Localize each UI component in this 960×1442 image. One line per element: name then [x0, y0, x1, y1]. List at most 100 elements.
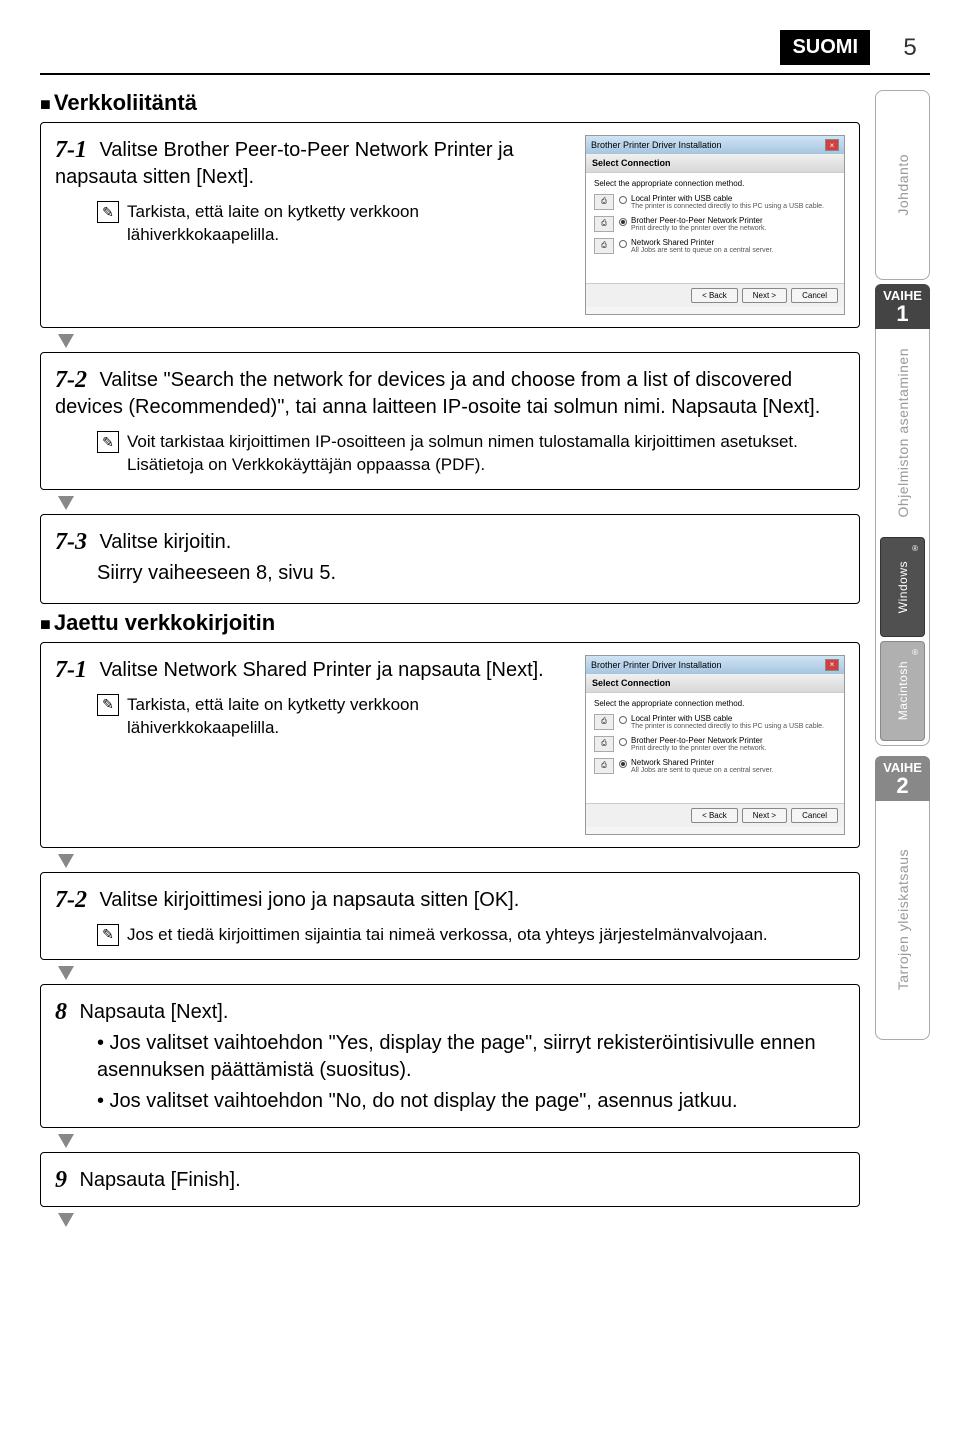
- tab-label: Tarrojen yleiskatsaus: [895, 849, 911, 990]
- network-icon: ⎙: [594, 736, 614, 752]
- main-content: ■Verkkoliitäntä 7-1 Valitse Brother Peer…: [40, 90, 930, 1231]
- note: ✎ Tarkista, että laite on kytketty verkk…: [97, 694, 571, 740]
- step-label: 7-2: [55, 367, 87, 394]
- step-label: 8: [55, 999, 67, 1026]
- page-header: SUOMI 5: [40, 30, 930, 65]
- shared-icon: ⎙: [594, 238, 614, 254]
- note: ✎ Tarkista, että laite on kytketty verkk…: [97, 201, 571, 247]
- shared-icon: ⎙: [594, 758, 614, 774]
- tab-vaihe-1-header: VAIHE 1: [875, 284, 930, 329]
- note: ✎ Jos et tiedä kirjoittimen sijaintia ta…: [97, 924, 845, 947]
- vaihe-number: 1: [881, 303, 924, 325]
- radio-icon: [619, 760, 627, 768]
- step-text: Valitse kirjoittimesi jono ja napsauta s…: [99, 889, 519, 911]
- tab-vaihe-2-block: VAIHE 2 Tarrojen yleiskatsaus: [875, 756, 930, 1040]
- step-box-7-3: 7-3 Valitse kirjoitin. Siirry vaiheeseen…: [40, 514, 860, 604]
- tab-tarrojen: Tarrojen yleiskatsaus: [880, 805, 925, 1035]
- back-button: < Back: [691, 288, 738, 303]
- note-text: Tarkista, että laite on kytketty verkkoo…: [127, 201, 571, 247]
- tab-vaihe-1-block: VAIHE 1 Ohjelmiston asentaminen Windows …: [875, 284, 930, 746]
- note-text: Jos et tiedä kirjoittimen sijaintia tai …: [127, 924, 768, 947]
- vaihe-number: 2: [881, 775, 924, 797]
- dialog-subtitle: Select Connection: [586, 154, 844, 173]
- note: ✎ Voit tarkistaa kirjoittimen IP-osoitte…: [97, 431, 845, 477]
- header-rule: [40, 73, 930, 75]
- note-text: Voit tarkistaa kirjoittimen IP-osoitteen…: [127, 431, 845, 477]
- dialog-subtitle: Select Connection: [586, 674, 844, 693]
- language-badge: SUOMI: [780, 30, 870, 65]
- cancel-button: Cancel: [791, 288, 838, 303]
- step-text: Valitse kirjoitin.: [99, 531, 231, 553]
- step-box-7-2b: 7-2 Valitse kirjoittimesi jono ja napsau…: [40, 872, 860, 960]
- next-button: Next >: [742, 288, 787, 303]
- radio-icon: [619, 196, 627, 204]
- square-bullet-icon: ■: [40, 614, 51, 635]
- usb-icon: ⎙: [594, 194, 614, 210]
- section-heading-verkkoliitanta: ■Verkkoliitäntä: [40, 90, 860, 116]
- cancel-button: Cancel: [791, 808, 838, 823]
- note-icon: ✎: [97, 201, 119, 223]
- screenshot-dialog-1: Brother Printer Driver Installation × Se…: [585, 135, 845, 315]
- tab-ohjelmiston: Ohjelmiston asentaminen: [880, 333, 925, 533]
- dialog-prompt: Select the appropriate connection method…: [594, 179, 836, 188]
- radio-icon: [619, 218, 627, 226]
- note-icon: ✎: [97, 694, 119, 716]
- usb-icon: ⎙: [594, 714, 614, 730]
- down-arrow-icon: [58, 854, 860, 868]
- close-icon: ×: [825, 659, 839, 671]
- close-icon: ×: [825, 139, 839, 151]
- step-label: 9: [55, 1167, 67, 1194]
- down-arrow-icon: [58, 966, 860, 980]
- note-icon: ✎: [97, 431, 119, 453]
- document-page: SUOMI 5 ■Verkkoliitäntä 7-1 Valitse Brot…: [0, 0, 960, 1261]
- dialog-title-text: Brother Printer Driver Installation: [591, 140, 722, 150]
- radio-icon: [619, 738, 627, 746]
- tab-johdanto: Johdanto: [875, 90, 930, 280]
- registered-icon: ®: [912, 544, 918, 553]
- step-box-9: 9 Napsauta [Finish].: [40, 1152, 860, 1207]
- back-button: < Back: [691, 808, 738, 823]
- step-box-7-1a: 7-1 Valitse Brother Peer-to-Peer Network…: [40, 122, 860, 328]
- step-text: Napsauta [Finish].: [79, 1169, 240, 1191]
- down-arrow-icon: [58, 334, 860, 348]
- step-box-7-1b: 7-1 Valitse Network Shared Printer ja na…: [40, 642, 860, 848]
- radio-icon: [619, 716, 627, 724]
- step-label: 7-3: [55, 529, 87, 556]
- dialog-title-text: Brother Printer Driver Installation: [591, 660, 722, 670]
- step-box-8: 8 Napsauta [Next]. • Jos valitset vaihto…: [40, 984, 860, 1128]
- step-label: 7-2: [55, 887, 87, 914]
- step-text: Valitse Network Shared Printer ja napsau…: [99, 659, 543, 681]
- tab-macintosh: Macintosh ®: [880, 641, 925, 741]
- network-icon: ⎙: [594, 216, 614, 232]
- step-box-7-2a: 7-2 Valitse "Search the network for devi…: [40, 352, 860, 490]
- step-text: Valitse Brother Peer-to-Peer Network Pri…: [55, 139, 514, 188]
- next-button: Next >: [742, 808, 787, 823]
- tab-label: Macintosh: [896, 661, 910, 720]
- screenshot-dialog-2: Brother Printer Driver Installation × Se…: [585, 655, 845, 835]
- bullet-item: • Jos valitset vaihtoehdon "Yes, display…: [97, 1030, 845, 1084]
- side-tabs: Johdanto VAIHE 1 Ohjelmiston asentaminen…: [875, 90, 930, 1231]
- tab-label: Windows: [896, 561, 910, 613]
- down-arrow-icon: [58, 496, 860, 510]
- tab-label: Ohjelmiston asentaminen: [895, 348, 911, 517]
- step-label: 7-1: [55, 137, 87, 164]
- square-bullet-icon: ■: [40, 94, 51, 115]
- tab-windows: Windows ®: [880, 537, 925, 637]
- bullet-item: • Jos valitset vaihtoehdon "No, do not d…: [97, 1088, 845, 1115]
- page-number: 5: [890, 34, 930, 62]
- down-arrow-icon: [58, 1213, 860, 1227]
- tab-vaihe-2-header: VAIHE 2: [875, 756, 930, 801]
- subheading: Siirry vaiheeseen 8, sivu 5.: [97, 562, 845, 585]
- radio-icon: [619, 240, 627, 248]
- left-column: ■Verkkoliitäntä 7-1 Valitse Brother Peer…: [40, 90, 860, 1231]
- down-arrow-icon: [58, 1134, 860, 1148]
- tab-label: Johdanto: [895, 154, 911, 216]
- registered-icon: ®: [912, 648, 918, 657]
- note-text: Tarkista, että laite on kytketty verkkoo…: [127, 694, 571, 740]
- step-text: Valitse "Search the network for devices …: [55, 369, 820, 418]
- dialog-prompt: Select the appropriate connection method…: [594, 699, 836, 708]
- step-text: Napsauta [Next].: [79, 1001, 228, 1023]
- note-icon: ✎: [97, 924, 119, 946]
- step-label: 7-1: [55, 657, 87, 684]
- section-heading-jaettu: ■Jaettu verkkokirjoitin: [40, 610, 860, 636]
